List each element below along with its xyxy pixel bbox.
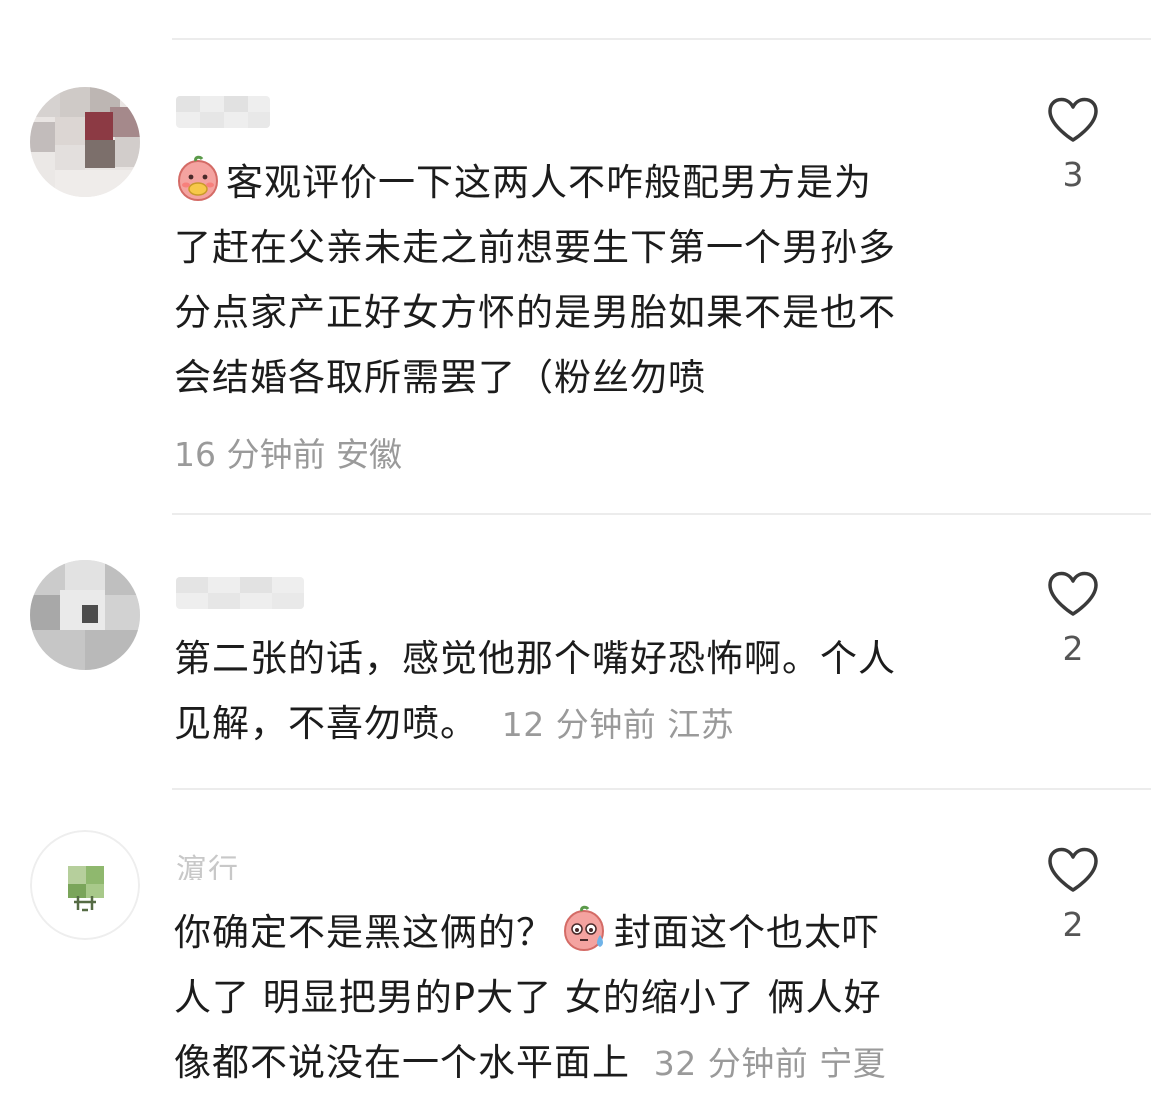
comment-line: 分点家产正好女方怀的是男胎如果不是也不 (174, 291, 896, 334)
sweat-emoji-icon (560, 905, 608, 953)
like-button[interactable]: 2 (1038, 847, 1108, 944)
comment-meta: 32 分钟前 宁夏 (643, 1044, 886, 1083)
username-text: 濵行 (176, 853, 240, 881)
like-count: 3 (1062, 155, 1084, 194)
comment-location: 江苏 (667, 705, 735, 744)
comment-line: 客观评价一下这两人不咋般配男方是为 (226, 161, 872, 204)
comment-meta: 12 分钟前 江苏 (491, 705, 734, 744)
comment-location: 安徽 (335, 435, 402, 474)
divider-1 (172, 513, 1151, 515)
comment-line: 了赶在父亲未走之前想要生下第一个男孙多 (174, 226, 896, 269)
comment-text: 客观评价一下这两人不咋般配男方是为 了赶在父亲未走之前想要生下第一个男孙多 分点… (174, 150, 994, 410)
comment-text: 第二张的话，感觉他那个嘴好恐怖啊。个人 见解，不喜勿喷。 12 分钟前 江苏 (174, 626, 994, 757)
comment-time: 12 分钟前 (501, 705, 657, 744)
avatar[interactable] (30, 830, 140, 940)
comment-meta: 16 分钟前 安徽 (174, 428, 402, 476)
username[interactable] (176, 96, 270, 128)
heart-icon (1048, 571, 1098, 616)
heart-icon (1048, 97, 1098, 142)
comment-time: 32 分钟前 (653, 1044, 809, 1083)
comment-line: 人了 明显把男的P大了 女的缩小了 俩人好 (174, 976, 882, 1019)
divider-2 (172, 788, 1151, 790)
divider-top (172, 38, 1151, 40)
heart-icon (1048, 847, 1098, 892)
comment-line: 见解，不喜勿喷。 (174, 702, 478, 745)
comment-text: 你确定不是黑这俩的？ 封面这个也太吓 人了 明显把男的P大了 女的缩小了 俩人好… (174, 900, 994, 1096)
avatar[interactable] (30, 560, 140, 670)
comment-line: 第二张的话，感觉他那个嘴好恐怖啊。个人 (174, 637, 896, 680)
comment-line: 会结婚各取所需罢了（粉丝勿喷 (174, 356, 706, 399)
peach-eating-emoji-icon (174, 155, 222, 203)
comment-time: 16 分钟前 (174, 435, 326, 474)
username[interactable] (176, 577, 304, 609)
like-button[interactable]: 3 (1038, 97, 1108, 194)
comment-location: 宁夏 (819, 1044, 887, 1083)
avatar[interactable] (30, 87, 140, 197)
comment-line: 封面这个也太吓 (614, 911, 880, 954)
like-count: 2 (1062, 905, 1084, 944)
like-count: 2 (1062, 629, 1084, 668)
comment-line: 像都不说没在一个水平面上 (174, 1041, 630, 1084)
comment-line: 你确定不是黑这俩的？ (174, 911, 554, 954)
username[interactable]: 濵行 (176, 850, 266, 881)
like-button[interactable]: 2 (1038, 571, 1108, 668)
